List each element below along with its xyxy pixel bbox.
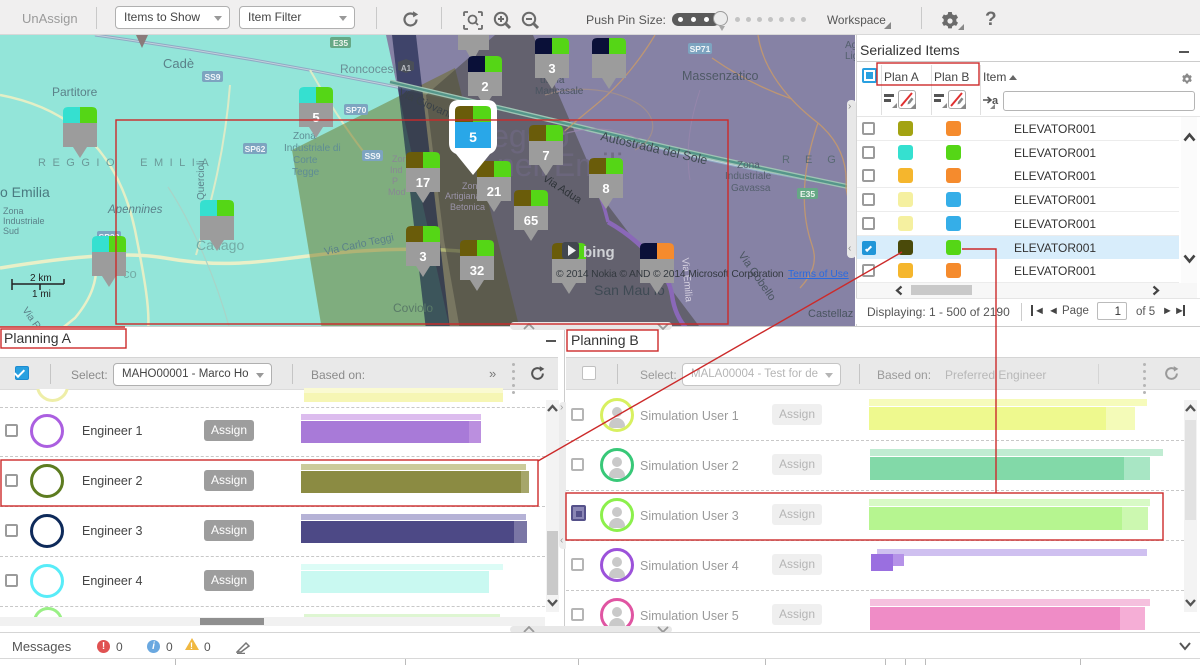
svg-text:Corte: Corte — [293, 155, 318, 166]
svg-text:Gavassa: Gavassa — [731, 183, 771, 194]
svg-text:Apennines: Apennines — [107, 204, 163, 216]
svg-text:Sud: Sud — [3, 226, 19, 236]
svg-text:Betonica: Betonica — [450, 202, 485, 212]
svg-text:P: P — [392, 176, 398, 186]
svg-text:8: 8 — [602, 181, 609, 196]
svg-text:SP71: SP71 — [690, 44, 711, 54]
svg-text:Mod: Mod — [388, 187, 406, 197]
svg-text:bing: bing — [583, 244, 615, 261]
svg-text:5: 5 — [469, 129, 477, 145]
svg-text:17: 17 — [416, 175, 430, 190]
svg-text:SP70: SP70 — [346, 105, 367, 115]
svg-text:Industriale: Industriale — [3, 216, 45, 226]
svg-text:Roncocesi: Roncocesi — [340, 62, 396, 76]
svg-text:Terms of Use: Terms of Use — [788, 269, 849, 280]
svg-text:Artigiana: Artigiana — [445, 191, 481, 201]
svg-text:REGG: REGG — [782, 154, 855, 166]
svg-text:E35: E35 — [333, 38, 348, 48]
svg-text:Zona: Zona — [737, 160, 760, 171]
svg-text:65: 65 — [524, 213, 538, 228]
svg-text:A1: A1 — [401, 64, 412, 73]
svg-text:SP62: SP62 — [245, 144, 266, 154]
svg-text:Cadè: Cadè — [163, 56, 194, 71]
svg-text:2 km: 2 km — [30, 273, 52, 284]
svg-text:E35: E35 — [800, 189, 815, 199]
svg-text:© 2014 Nokia © AND © 2014 Micr: © 2014 Nokia © AND © 2014 Microsoft Corp… — [556, 269, 784, 280]
svg-text:Massenzatico: Massenzatico — [682, 69, 758, 83]
svg-text:REGGIO EMILIA: REGGIO EMILIA — [38, 157, 215, 169]
svg-text:SS9: SS9 — [364, 151, 380, 161]
svg-text:Industriale: Industriale — [725, 171, 772, 182]
svg-text:2: 2 — [481, 79, 488, 94]
svg-text:Castellaz: Castellaz — [808, 308, 853, 320]
svg-text:Tegge: Tegge — [292, 167, 320, 178]
svg-text:Ind: Ind — [390, 165, 403, 175]
svg-text:21: 21 — [487, 184, 501, 199]
svg-text:Ligab: Ligab — [845, 51, 855, 62]
svg-text:o Emilia: o Emilia — [0, 184, 50, 200]
svg-text:3: 3 — [419, 249, 426, 264]
svg-text:Coviolo: Coviolo — [393, 301, 433, 315]
svg-text:7: 7 — [542, 148, 549, 163]
svg-text:32: 32 — [470, 263, 484, 278]
svg-text:Zona: Zona — [3, 206, 24, 216]
svg-text:5: 5 — [312, 110, 319, 125]
svg-text:Mancasale: Mancasale — [535, 86, 584, 97]
svg-text:Industriale di: Industriale di — [284, 143, 341, 154]
svg-text:1 mi: 1 mi — [32, 289, 51, 300]
svg-text:Quercioli: Quercioli — [196, 161, 207, 200]
svg-text:Partitore: Partitore — [52, 85, 98, 99]
svg-text:3: 3 — [548, 61, 555, 76]
svg-text:SS9: SS9 — [204, 72, 220, 82]
svg-text:Agric: Agric — [845, 40, 855, 51]
